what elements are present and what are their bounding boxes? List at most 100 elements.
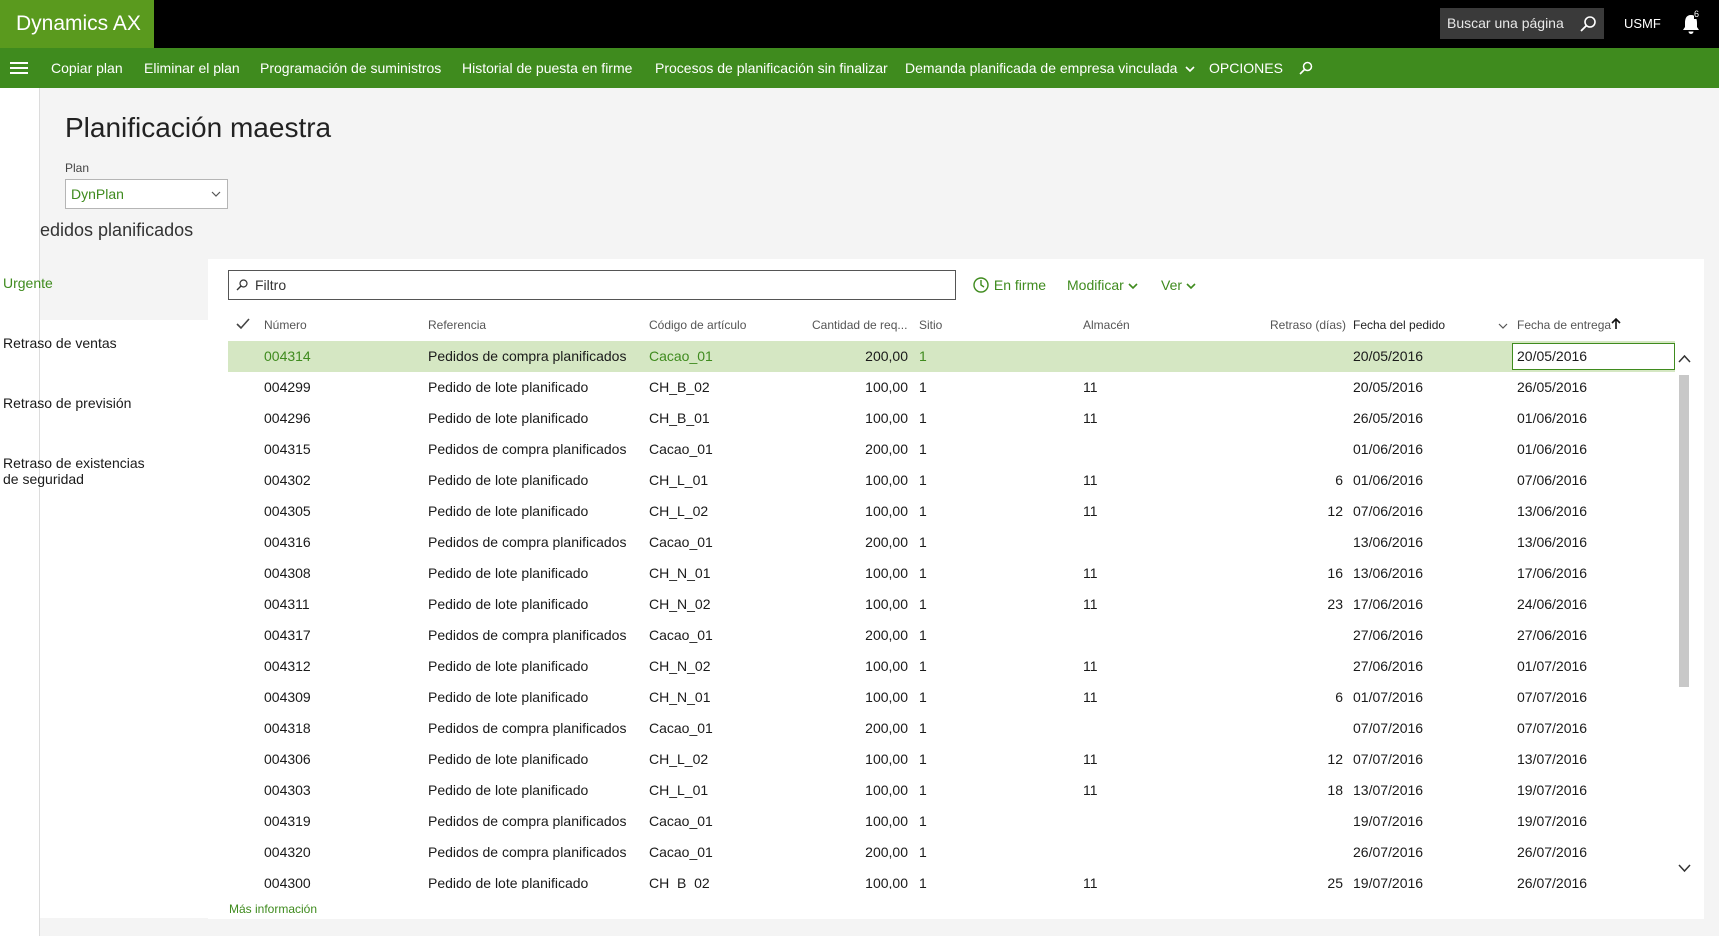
cell-number[interactable]: 004309: [264, 682, 311, 713]
select-all-check-icon[interactable]: [236, 318, 250, 330]
cell-item[interactable]: CH_L_01: [649, 775, 708, 806]
cell-item[interactable]: Cacao_01: [649, 527, 713, 558]
column-header-number[interactable]: Número: [264, 318, 307, 332]
cell-delivery-date: 07/07/2016: [1517, 689, 1588, 705]
cell-number[interactable]: 004306: [264, 744, 311, 775]
column-header-site[interactable]: Sitio: [919, 318, 942, 332]
cell-number[interactable]: 004311: [264, 589, 310, 620]
cell-number[interactable]: 004317: [264, 620, 311, 651]
intercompany-demand-button[interactable]: Demanda planificada de empresa vinculada: [905, 48, 1195, 88]
table-row[interactable]: 004300 Pedido de lote planificado CH_B_02 1…: [228, 868, 1675, 889]
cell-number[interactable]: 004315: [264, 434, 311, 465]
column-header-warehouse[interactable]: Almacén: [1083, 318, 1130, 332]
cell-item[interactable]: CH_B_02: [649, 868, 710, 889]
column-header-item[interactable]: Código de artículo: [649, 318, 746, 332]
cell-number[interactable]: 004299: [264, 372, 311, 403]
cell-number[interactable]: 004312: [264, 651, 311, 682]
table-row[interactable]: 004315 Pedidos de compra planificados Caca…: [228, 434, 1675, 465]
cell-number[interactable]: 004314: [264, 341, 311, 372]
cell-item[interactable]: CH_L_02: [649, 744, 708, 775]
table-row[interactable]: 004317 Pedidos de compra planificados Caca…: [228, 620, 1675, 651]
cell-item[interactable]: CH_L_02: [649, 496, 708, 527]
cell-item[interactable]: CH_B_02: [649, 372, 710, 403]
scrollbar-thumb[interactable]: [1679, 375, 1689, 687]
table-row[interactable]: 004319 Pedidos de compra planificados Caca…: [228, 806, 1675, 837]
table-row[interactable]: 004314 Pedidos de compra planificados Caca…: [228, 341, 1675, 372]
table-row[interactable]: 004302 Pedido de lote planificado CH_L_01 1…: [228, 465, 1675, 496]
more-info-link[interactable]: Más información: [229, 902, 317, 916]
cell-number[interactable]: 004316: [264, 527, 311, 558]
table-row[interactable]: 004309 Pedido de lote planificado CH_N_01 1…: [228, 682, 1675, 713]
cell-item[interactable]: Cacao_01: [649, 341, 713, 372]
sidenav-item-urgent[interactable]: Urgente: [0, 275, 168, 291]
view-menu-button[interactable]: Ver: [1161, 275, 1196, 295]
table-row[interactable]: 004312 Pedido de lote planificado CH_N_02 1…: [228, 651, 1675, 682]
cell-number[interactable]: 004302: [264, 465, 311, 496]
table-row[interactable]: 004306 Pedido de lote planificado CH_L_02 1…: [228, 744, 1675, 775]
page-search-input[interactable]: Buscar una página: [1440, 8, 1604, 39]
table-row[interactable]: 004311 Pedido de lote planificado CH_N_02 1…: [228, 589, 1675, 620]
table-row[interactable]: 004308 Pedido de lote planificado CH_N_01 1…: [228, 558, 1675, 589]
cell-item[interactable]: Cacao_01: [649, 620, 713, 651]
cell-item[interactable]: Cacao_01: [649, 806, 713, 837]
cell-number[interactable]: 004308: [264, 558, 311, 589]
unfinished-processes-button[interactable]: Procesos de planificación sin finalizar: [655, 48, 888, 88]
cell-item[interactable]: CH_N_01: [649, 682, 710, 713]
hamburger-menu-icon[interactable]: [10, 60, 28, 76]
delivery-date-edit-field[interactable]: 20/05/2016: [1512, 343, 1675, 370]
search-icon[interactable]: [1579, 15, 1597, 33]
sidenav-item-forecast-delay[interactable]: Retraso de previsión: [0, 395, 168, 411]
sidenav-item-safety-stock-delay[interactable]: Retraso de existencias de seguridad: [0, 455, 168, 487]
delete-plan-button[interactable]: Eliminar el plan: [144, 48, 240, 88]
cell-reference: Pedido de lote planificado: [428, 379, 589, 395]
cell-item[interactable]: CH_L_01: [649, 465, 708, 496]
cell-number[interactable]: 004319: [264, 806, 311, 837]
search-icon[interactable]: [1299, 61, 1313, 75]
table-row[interactable]: 004320 Pedidos de compra planificados Caca…: [228, 837, 1675, 868]
filter-input[interactable]: Filtro: [228, 270, 956, 300]
company-selector[interactable]: USMF: [1624, 0, 1661, 48]
cell-number[interactable]: 004305: [264, 496, 311, 527]
table-row[interactable]: 004305 Pedido de lote planificado CH_L_02 1…: [228, 496, 1675, 527]
column-header-order-date[interactable]: Fecha del pedido: [1353, 318, 1445, 332]
column-header-reference[interactable]: Referencia: [428, 318, 486, 332]
table-row[interactable]: 004316 Pedidos de compra planificados Caca…: [228, 527, 1675, 558]
chevron-down-icon[interactable]: [1498, 322, 1508, 330]
cell-site: 1: [919, 813, 927, 829]
firming-history-button[interactable]: Historial de puesta en firme: [462, 48, 632, 88]
cell-item[interactable]: Cacao_01: [649, 713, 713, 744]
cell-delivery-date: 07/07/2016: [1517, 720, 1588, 736]
cell-reference: Pedido de lote planificado: [428, 565, 589, 581]
plan-select[interactable]: DynPlan: [65, 179, 228, 209]
cell-order-date: 01/06/2016: [1353, 472, 1424, 488]
cell-number[interactable]: 004296: [264, 403, 311, 434]
cell-number[interactable]: 004300: [264, 868, 311, 889]
firm-button[interactable]: En firme: [972, 275, 1046, 295]
cell-item[interactable]: Cacao_01: [649, 434, 713, 465]
modify-menu-button[interactable]: Modificar: [1067, 275, 1138, 295]
cell-reference: Pedido de lote planificado: [428, 782, 589, 798]
cell-item[interactable]: CH_B_01: [649, 403, 710, 434]
cell-number[interactable]: 004320: [264, 837, 311, 868]
column-header-delay[interactable]: Retraso (días): [1270, 318, 1346, 332]
options-button[interactable]: OPCIONES: [1209, 48, 1283, 88]
column-header-delivery-date[interactable]: Fecha de entrega: [1517, 318, 1611, 332]
cell-number[interactable]: 004303: [264, 775, 311, 806]
cell-item[interactable]: CH_N_02: [649, 589, 710, 620]
cell-item[interactable]: Cacao_01: [649, 837, 713, 868]
table-row[interactable]: 004296 Pedido de lote planificado CH_B_01 1…: [228, 403, 1675, 434]
sidenav-item-sales-delay[interactable]: Retraso de ventas: [0, 335, 168, 351]
table-row[interactable]: 004299 Pedido de lote planificado CH_B_02 1…: [228, 372, 1675, 403]
table-row[interactable]: 004318 Pedidos de compra planificados Caca…: [228, 713, 1675, 744]
chevron-down-icon: [1186, 283, 1196, 290]
supply-schedule-button[interactable]: Programación de suministros: [260, 48, 441, 88]
cell-item[interactable]: CH_N_01: [649, 558, 710, 589]
copy-plan-button[interactable]: Copiar plan: [51, 48, 123, 88]
cell-item[interactable]: CH_N_02: [649, 651, 710, 682]
table-row[interactable]: 004303 Pedido de lote planificado CH_L_01 1…: [228, 775, 1675, 806]
column-header-quantity[interactable]: Cantidad de req...: [812, 318, 907, 332]
cell-delivery-date: 01/06/2016: [1517, 441, 1588, 457]
app-title[interactable]: Dynamics AX: [0, 0, 154, 48]
cell-quantity: 100,00: [865, 782, 908, 798]
cell-number[interactable]: 004318: [264, 713, 311, 744]
